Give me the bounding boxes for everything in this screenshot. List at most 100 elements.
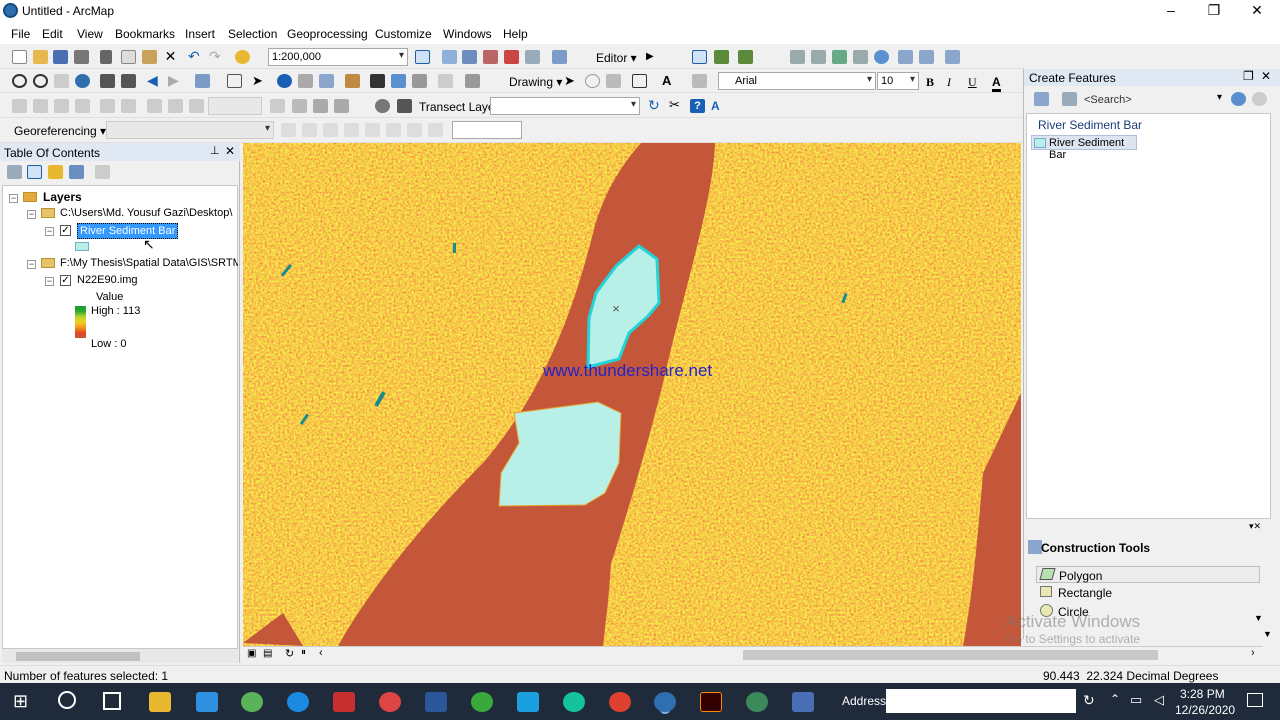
list-by-visibility-icon[interactable] xyxy=(48,165,63,179)
app-icon[interactable] xyxy=(746,692,768,712)
menu-windows[interactable]: Windows xyxy=(443,27,492,41)
underline-button[interactable]: U xyxy=(968,75,977,90)
scroll-left-icon[interactable]: ‹ xyxy=(319,647,323,659)
go-to-xy-icon[interactable] xyxy=(391,74,406,88)
start-icon[interactable]: ⊞ xyxy=(13,691,28,712)
tool-polygon[interactable]: Polygon xyxy=(1036,566,1260,583)
split-tool-icon[interactable] xyxy=(853,50,868,64)
map-scroll-down-icon[interactable]: ▼ xyxy=(1263,629,1272,639)
fixed-zoom-out-icon[interactable] xyxy=(121,74,136,88)
scroll-right-icon[interactable]: › xyxy=(1251,647,1255,659)
minimize-button[interactable]: – xyxy=(1156,2,1186,20)
edit-tool-icon[interactable]: ▶ xyxy=(646,50,661,64)
scroll-down-icon[interactable]: ▼ xyxy=(1254,613,1263,623)
identify-icon[interactable] xyxy=(277,74,292,88)
list-by-drawing-order-icon[interactable] xyxy=(7,165,22,179)
undo-icon[interactable]: ↶ xyxy=(188,49,203,64)
text-style-icon[interactable]: A xyxy=(711,99,726,113)
scroll-thumb[interactable] xyxy=(16,652,140,661)
cut-line-icon[interactable]: ✂ xyxy=(669,98,684,113)
modelbuilder-icon[interactable] xyxy=(552,50,567,64)
refresh-view-button[interactable]: ↻ xyxy=(285,647,294,660)
trace-tool-icon[interactable] xyxy=(738,50,753,64)
app-icon[interactable] xyxy=(792,692,814,712)
close-panel-icon[interactable]: ✕ xyxy=(225,144,235,158)
template-river-sediment-bar[interactable]: River Sediment Bar xyxy=(1031,135,1137,161)
attributes-icon[interactable] xyxy=(898,50,913,64)
transect-tool-icon[interactable] xyxy=(397,99,412,113)
organize-templates-icon[interactable] xyxy=(1034,92,1049,106)
app-icon[interactable] xyxy=(379,692,401,712)
font-size-dropdown[interactable]: 10 xyxy=(877,72,919,90)
viewer-window-icon[interactable] xyxy=(438,74,453,88)
print-icon[interactable] xyxy=(74,50,89,64)
app-icon[interactable] xyxy=(517,692,539,712)
search-dropdown-icon[interactable]: ▾ xyxy=(1217,92,1222,103)
find-icon[interactable] xyxy=(298,74,313,88)
cut-polygons-icon[interactable] xyxy=(832,50,847,64)
collapse-icon[interactable]: − xyxy=(45,277,54,286)
sediment-bar-polygon-2[interactable] xyxy=(498,401,622,507)
georef-input[interactable] xyxy=(452,121,522,139)
editor-toolbar-toggle-icon[interactable] xyxy=(415,50,430,64)
arctoolbox-icon[interactable] xyxy=(483,50,498,64)
refresh-icon[interactable]: ↻ xyxy=(648,98,663,113)
layer-visibility-checkbox[interactable]: ✓ xyxy=(60,225,71,236)
polygon-symbol-swatch[interactable] xyxy=(75,242,89,251)
editor-menu[interactable]: Editor ▾ xyxy=(596,51,637,65)
word-icon[interactable] xyxy=(425,692,447,712)
settings-icon[interactable] xyxy=(375,99,390,113)
source-path-1[interactable]: C:\Users\Md. Yousuf Gazi\Desktop\ xyxy=(60,207,238,219)
help-icon[interactable]: ? xyxy=(690,99,705,113)
draw-select-icon[interactable]: ➤ xyxy=(564,74,579,88)
app-icon[interactable] xyxy=(287,692,309,712)
edit-vertices-icon[interactable] xyxy=(790,50,805,64)
zoom-whole-page-icon[interactable] xyxy=(606,74,621,88)
delete-icon[interactable]: ✕ xyxy=(163,49,178,64)
layout-view-button[interactable]: ▤ xyxy=(263,648,272,659)
back-extent-icon[interactable]: ◀ xyxy=(147,73,162,88)
map-horizontal-scrollbar[interactable]: ▣ ▤ ↻ ⏸ ‹ › xyxy=(243,646,1263,662)
zoom-in-icon[interactable] xyxy=(12,74,27,88)
add-data-icon[interactable] xyxy=(235,50,250,64)
new-document-icon[interactable] xyxy=(12,50,27,64)
save-icon[interactable] xyxy=(53,50,68,64)
list-by-selection-icon[interactable] xyxy=(69,165,84,179)
close-button[interactable]: ✕ xyxy=(1242,2,1272,20)
swipe-icon[interactable] xyxy=(465,74,480,88)
app-icon[interactable] xyxy=(241,692,263,712)
forward-extent-icon[interactable]: ▶ xyxy=(168,73,183,88)
notifications-icon[interactable] xyxy=(1247,693,1263,707)
sketch-tool-icon[interactable] xyxy=(714,50,729,64)
toc-options-icon[interactable] xyxy=(95,165,110,179)
task-view-icon[interactable] xyxy=(103,692,121,710)
clock-date[interactable]: 12/26/2020 xyxy=(1175,703,1235,717)
menu-file[interactable]: File xyxy=(11,27,30,41)
open-folder-icon[interactable] xyxy=(33,50,48,64)
source-path-2[interactable]: F:\My Thesis\Spatial Data\GIS\SRTM xyxy=(60,257,238,269)
georeferencing-menu[interactable]: Georeferencing ▾ xyxy=(14,124,106,138)
rotate-element-icon[interactable] xyxy=(585,74,600,88)
tool-rectangle[interactable]: Rectangle xyxy=(1036,584,1260,601)
pin-icon[interactable]: ⊥ xyxy=(210,144,220,157)
file-explorer-icon[interactable] xyxy=(149,692,171,712)
map-scale-dropdown[interactable]: 1:200,000 xyxy=(268,48,408,66)
app-icon[interactable] xyxy=(471,692,493,712)
clear-search-icon[interactable] xyxy=(1252,92,1267,106)
select-elements-icon[interactable]: ➤ xyxy=(252,74,267,88)
rectangle-draw-icon[interactable] xyxy=(632,74,647,88)
address-input[interactable] xyxy=(886,689,1076,713)
filter-icon[interactable] xyxy=(1062,92,1077,106)
straight-segment-icon[interactable] xyxy=(692,50,707,64)
font-name-dropdown[interactable]: Arial xyxy=(718,72,876,90)
network-icon[interactable]: ▭ xyxy=(1130,692,1142,708)
template-search-input[interactable]: <Search> xyxy=(1084,94,1132,106)
select-features-icon[interactable] xyxy=(195,74,210,88)
measure-icon[interactable] xyxy=(345,74,360,88)
clear-selection-icon[interactable] xyxy=(227,74,242,88)
map-canvas[interactable]: × xyxy=(243,143,1021,646)
resize-handle-icon[interactable]: ▾✕ xyxy=(1249,521,1276,533)
map-display[interactable]: × www.thundershare.net xyxy=(243,143,1021,646)
python-window-icon[interactable] xyxy=(504,50,519,64)
time-slider-icon[interactable] xyxy=(412,74,427,88)
